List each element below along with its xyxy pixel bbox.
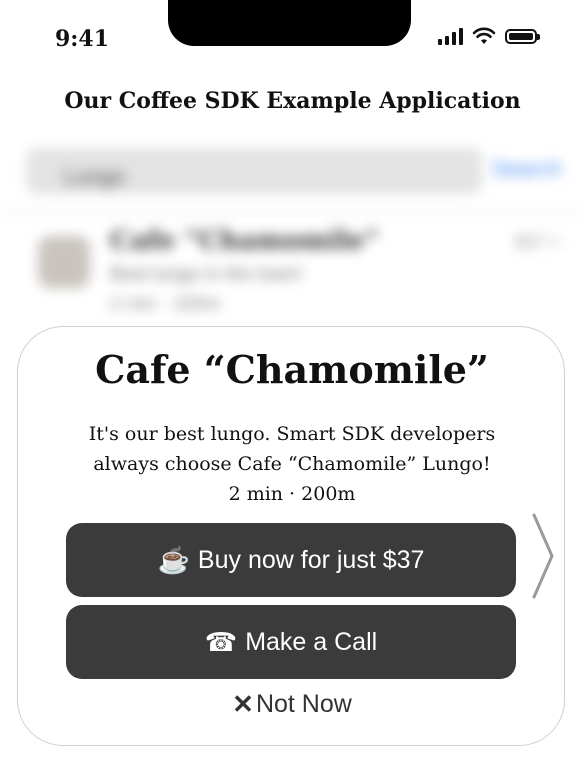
modal-title: Cafe “Chamomile” [95, 347, 489, 392]
battery-icon [505, 28, 540, 44]
distance-info: 2 min · 200m [228, 483, 356, 505]
list-item-subtitle: Best lungo in the town! [110, 264, 303, 285]
description-line: It's our best lungo. Smart SDK developer… [88, 423, 496, 445]
make-call-button[interactable]: ☎ Make a Call [66, 605, 516, 679]
coffee-thumbnail [38, 236, 90, 288]
status-bar: 9:41 [0, 0, 585, 70]
telephone-icon: ☎ [204, 626, 238, 657]
search-button[interactable]: Search [492, 156, 562, 182]
list-item-meta: 2 min · 200m [110, 294, 221, 315]
not-now-label: Not Now [255, 690, 352, 718]
close-icon: ✕ [232, 689, 254, 719]
page-title: Our Coffee SDK Example Application [64, 88, 521, 114]
chevron-right-icon[interactable] [528, 511, 558, 601]
make-call-label: Make a Call [245, 627, 378, 656]
status-icons [438, 27, 540, 45]
status-time: 9:41 [55, 26, 110, 52]
list-item-price: $37 > [515, 232, 561, 252]
list-item-title: Cafe “Chamomile” [110, 226, 380, 256]
coffee-cup-icon: ☕ [157, 544, 190, 575]
device-notch [168, 0, 411, 46]
description-line: always choose Cafe “Chamomile” Lungo! [93, 453, 491, 475]
not-now-button[interactable]: ✕ Not Now [18, 689, 566, 720]
buy-now-button[interactable]: ☕ Buy now for just $37 [66, 523, 516, 597]
search-query: Lungo [64, 164, 126, 189]
wifi-icon [472, 27, 496, 44]
buy-now-label: Buy now for just $37 [197, 545, 425, 574]
offer-modal: Cafe “Chamomile” It's our best lungo. Sm… [17, 326, 565, 746]
divider [0, 212, 585, 214]
modal-description: It's our best lungo. Smart SDK developer… [58, 419, 526, 509]
cellular-signal-icon [438, 27, 463, 45]
search-input[interactable]: Lungo [26, 148, 482, 194]
